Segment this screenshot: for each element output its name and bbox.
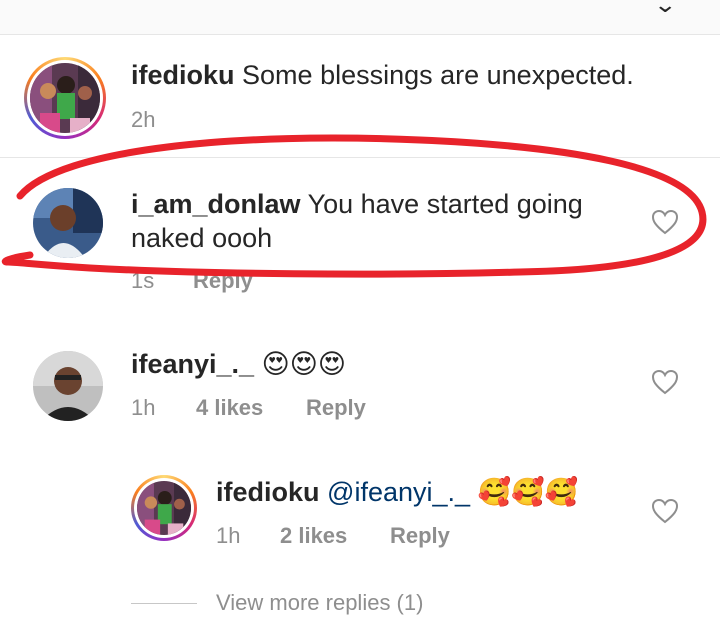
comment-time: 1s: [131, 268, 155, 293]
reply-button[interactable]: Reply: [306, 395, 366, 421]
heart-icon[interactable]: [651, 498, 679, 524]
reply-button[interactable]: Reply: [193, 268, 253, 294]
chevron-down-icon[interactable]: ⌄: [653, 0, 677, 18]
heart-icon[interactable]: [651, 209, 679, 235]
comment-username[interactable]: i_am_donlaw: [131, 189, 301, 219]
caption-divider: [0, 157, 720, 158]
reply-time: 1h: [216, 523, 241, 548]
top-bar: ⌄: [0, 0, 720, 35]
comment-text: i_am_donlaw You have started going naked…: [131, 187, 583, 255]
avatar-ifedioku-reply[interactable]: [131, 475, 197, 541]
caption-time: 2h: [131, 107, 156, 132]
heart-icon[interactable]: [651, 369, 679, 395]
avatar-ifeanyi[interactable]: [33, 351, 103, 421]
comment-username[interactable]: ifeanyi_._: [131, 349, 254, 379]
caption-body: Some blessings are unexpected.: [242, 60, 634, 90]
reply-text: ifedioku @ifeanyi_._ 🥰🥰🥰: [216, 475, 578, 510]
caption-username[interactable]: ifedioku: [131, 60, 235, 90]
comment-body-line2: naked oooh: [131, 223, 273, 253]
likes-count[interactable]: 2 likes: [280, 523, 347, 549]
caption-text: ifedioku Some blessings are unexpected.: [131, 58, 634, 92]
view-more-replies-button[interactable]: View more replies (1): [216, 590, 423, 616]
comment-emojis: 😍😍😍: [261, 349, 347, 380]
reply-username[interactable]: ifedioku: [216, 477, 320, 507]
view-more-divider: [131, 603, 197, 604]
red-annotation-circle: [1, 134, 707, 278]
likes-count[interactable]: 4 likes: [196, 395, 263, 421]
reply-emojis: 🥰🥰🥰: [477, 477, 579, 508]
avatar-i-am-donlaw[interactable]: [33, 188, 103, 258]
reply-button[interactable]: Reply: [390, 523, 450, 549]
comment-time: 1h: [131, 395, 156, 420]
comment-text: ifeanyi_._ 😍😍😍: [131, 347, 346, 382]
comment-body-line1: You have started going: [307, 189, 583, 219]
mention-link[interactable]: @ifeanyi_._: [327, 477, 470, 507]
avatar-ifedioku[interactable]: [24, 57, 106, 139]
